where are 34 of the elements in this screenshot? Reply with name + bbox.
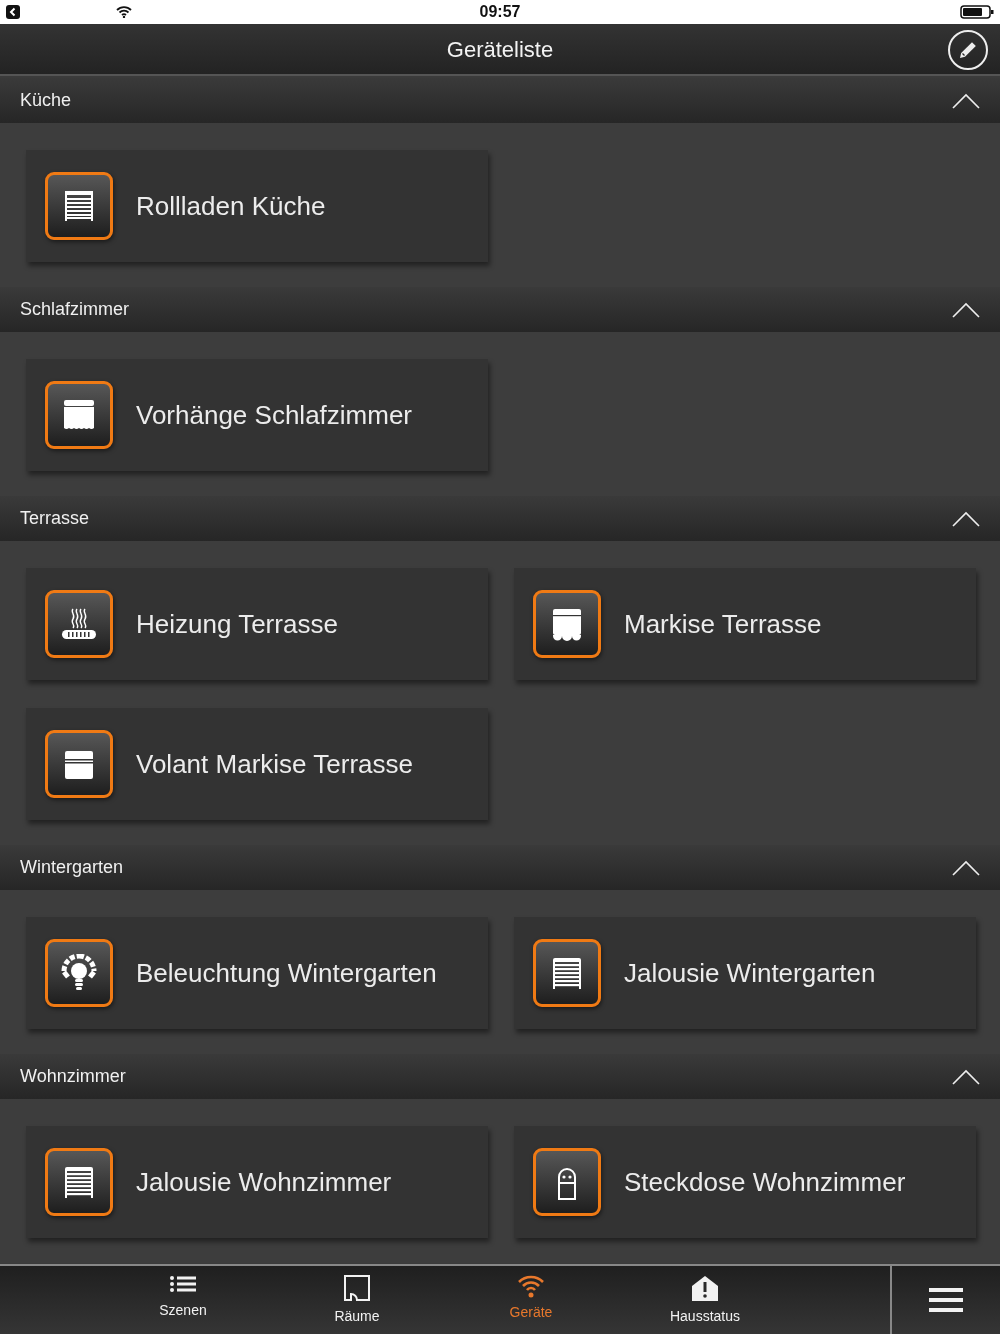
tab[interactable]: Szenen — [96, 1266, 270, 1334]
device-tile[interactable]: Jalousie Wintergarten — [514, 917, 976, 1029]
back-icon[interactable] — [6, 5, 20, 19]
device-tile[interactable]: Heizung Terrasse — [26, 568, 488, 680]
collapse-icon[interactable] — [952, 92, 980, 109]
collapse-icon[interactable] — [952, 510, 980, 527]
room-icon — [343, 1274, 371, 1302]
collapse-icon[interactable] — [952, 1068, 980, 1085]
page-title: Geräteliste — [446, 35, 554, 64]
wifi-icon — [116, 6, 132, 18]
section-title: Küche — [20, 89, 72, 112]
tab[interactable]: Geräte — [444, 1266, 618, 1334]
device-tile[interactable]: Vorhänge Schlafzimmer — [26, 359, 488, 471]
tab[interactable]: Räume — [270, 1266, 444, 1334]
device-tile[interactable]: Beleuchtung Wintergarten — [26, 917, 488, 1029]
device-tile[interactable]: Jalousie Wohnzimmer — [26, 1126, 488, 1238]
edit-button[interactable] — [948, 30, 988, 70]
device-tile[interactable]: Steckdose Wohnzimmer — [514, 1126, 976, 1238]
wifi-icon — [517, 1274, 545, 1298]
house-alert-icon — [690, 1274, 720, 1302]
collapse-icon[interactable] — [952, 301, 980, 318]
battery-icon — [960, 5, 994, 19]
collapse-icon[interactable] — [952, 859, 980, 876]
section-title: Wintergarten — [20, 856, 124, 879]
device-tile[interactable]: Volant Markise Terrasse — [26, 708, 488, 820]
light-bulb-icon — [59, 954, 99, 992]
section-title: Schlafzimmer — [20, 298, 130, 321]
device-tile[interactable]: Markise Terrasse — [514, 568, 976, 680]
section-title: Terrasse — [20, 507, 90, 530]
clock-time: 09:57 — [479, 2, 521, 22]
tab[interactable]: Hausstatus — [618, 1266, 792, 1334]
menu-icon — [929, 1288, 963, 1312]
device-tile[interactable]: Rollladen Küche — [26, 150, 488, 262]
section-title: Wohnzimmer — [20, 1065, 126, 1088]
